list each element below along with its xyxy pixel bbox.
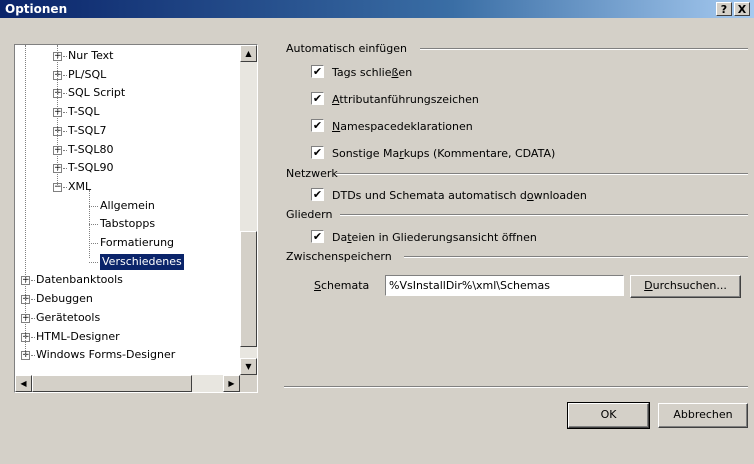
namespace-decl-checkbox[interactable]: ✔ [311,119,324,132]
dtd-download-label[interactable]: DTDs und Schemata automatisch downloaden [332,189,587,203]
tree-connector-line [63,75,67,76]
tree-item-label: T-SQL7 [68,124,107,137]
attr-quotes-checkbox[interactable]: ✔ [311,92,324,105]
tree-guide-line [57,45,58,187]
cancel-button[interactable]: Abbrechen [658,403,748,428]
scroll-left-icon[interactable]: ◀ [15,375,32,392]
tree-item-label: Windows Forms-Designer [36,348,176,361]
attr-quotes-label[interactable]: Attributanführungszeichen [332,93,479,107]
close-tags-label[interactable]: Tags schließen [332,66,412,80]
scroll-down-icon[interactable]: ▼ [240,358,257,375]
scroll-right-icon[interactable]: ▶ [223,375,240,392]
tree-vertical-scrollbar[interactable]: ▲ ▼ [240,45,257,375]
tree-item-label: Datenbanktools [36,273,123,286]
tree-item-label: PL/SQL [68,68,107,81]
dtd-download-checkbox[interactable]: ✔ [311,188,324,201]
open-outline-checkbox[interactable]: ✔ [311,230,324,243]
tree-connector-line [31,337,35,338]
scroll-up-icon[interactable]: ▲ [240,45,257,62]
ok-button[interactable]: OK [567,402,650,429]
tree-item-label: Formatierung [100,236,175,249]
tree-connector-line [63,56,67,57]
tree-guide-line [25,45,26,355]
tree-connector-line [89,224,98,225]
tree-connector-line [63,112,67,113]
schemas-label: Schemata [314,279,370,292]
tree-item-label: T-SQL [68,105,100,118]
tree-item-label: Tabstopps [100,217,156,230]
tree-connector-line [63,187,67,188]
tree-connector-line [89,262,98,263]
close-button[interactable]: X [734,2,750,16]
group-cache-label: Zwischenspeichern [286,250,392,263]
scrollbar-corner [240,375,257,392]
tree-vscroll-thumb[interactable] [240,231,257,347]
browse-button[interactable]: Durchsuchen... [630,275,741,298]
group-outline-line [340,214,748,216]
tree-content: + Nur Text + PL/SQL + SQL Script + T-SQL + T-SQL7… [15,45,240,375]
namespace-decl-label[interactable]: Namespacedeklarationen [332,120,473,134]
tree-guide-line [89,190,90,258]
group-autoinsert-line [420,48,748,50]
tree-connector-line [63,93,67,94]
tree-item-label: Gerätetools [36,311,101,324]
other-markup-checkbox[interactable]: ✔ [311,146,324,159]
close-tags-checkbox[interactable]: ✔ [311,65,324,78]
tree-item-label: T-SQL90 [68,161,114,174]
tree-connector-line [31,299,35,300]
other-markup-label[interactable]: Sonstige Markups (Kommentare, CDATA) [332,147,555,161]
group-network-line [336,173,748,175]
tree-hscroll-thumb[interactable] [32,375,192,392]
tree-item-label: Allgemein [100,199,155,212]
tree-connector-line [63,168,67,169]
title-bar: Optionen ? X [0,0,754,18]
group-outline-label: Gliedern [286,208,333,221]
open-outline-label[interactable]: Dateien in Gliederungsansicht öffnen [332,231,537,245]
tree-item-label: Debuggen [36,292,93,305]
tree-item-label: Verschiedenes [100,254,184,270]
schemas-path-input[interactable]: %VsInstallDir%\xml\Schemas [385,275,624,296]
tree-item-label: HTML-Designer [36,330,120,343]
tree-connector-line [89,206,98,207]
group-autoinsert-label: Automatisch einfügen [286,42,407,55]
footer-separator [284,386,748,388]
tree-connector-line [31,355,35,356]
tree-connector-line [89,243,98,244]
tree-connector-line [63,131,67,132]
tree-connector-line [31,280,35,281]
category-tree[interactable]: + Nur Text + PL/SQL + SQL Script + T-SQL + T-SQL7… [14,44,258,393]
tree-item-label: Nur Text [68,49,114,62]
options-dialog: Optionen ? X + Nur Text + PL/SQL + SQL Script… [0,0,754,464]
group-network-label: Netzwerk [286,167,338,180]
tree-connector-line [31,318,35,319]
tree-item-label: SQL Script [68,86,126,99]
dialog-title: Optionen [5,2,68,16]
tree-connector-line [63,150,67,151]
help-button[interactable]: ? [716,2,732,16]
group-cache-line [404,256,748,258]
tree-horizontal-scrollbar[interactable]: ◀ ▶ [15,375,240,392]
tree-item-label: XML [68,180,92,193]
tree-item-label: T-SQL80 [68,143,114,156]
